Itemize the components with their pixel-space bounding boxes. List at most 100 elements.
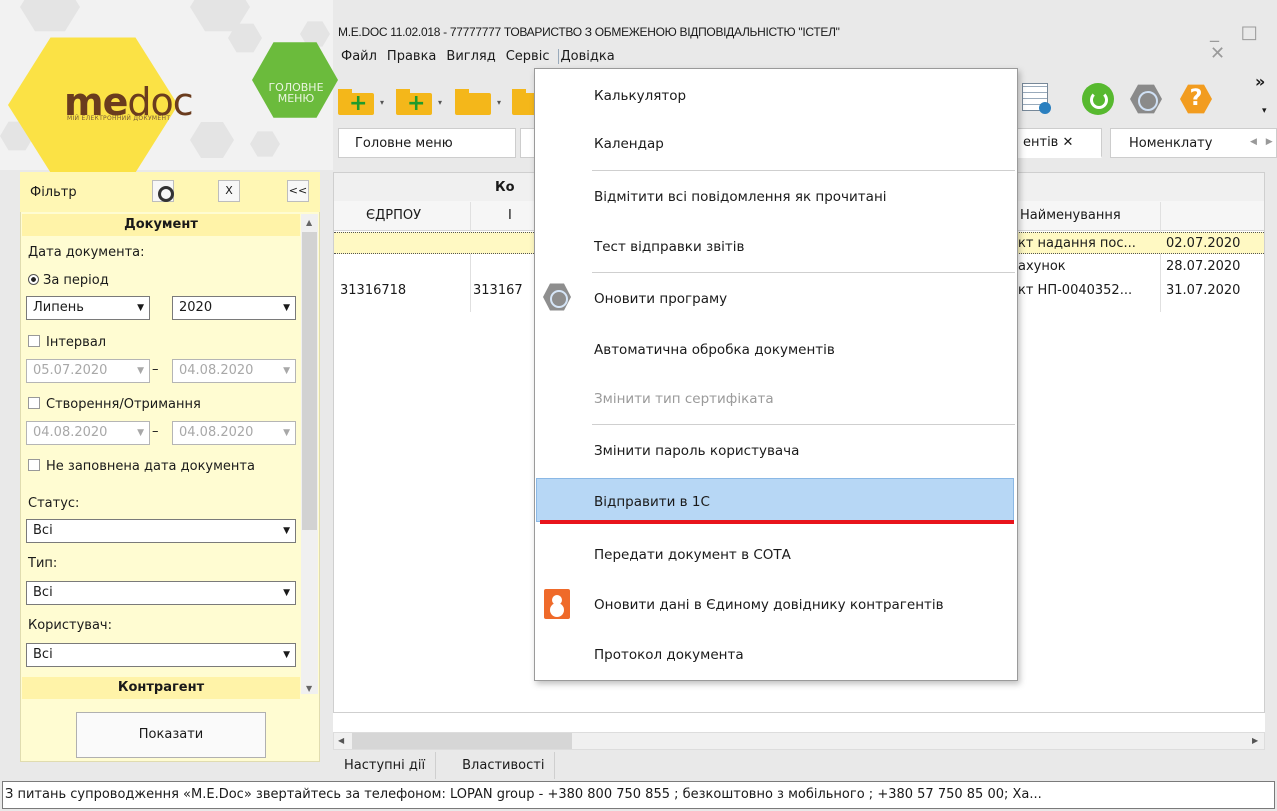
chevron-down-icon: ▼ [283, 428, 290, 438]
filter-title: Фільтр [30, 185, 77, 200]
interval-from-date[interactable]: 05.07.2020 ▼ [26, 359, 150, 383]
menu-separator [592, 272, 1015, 273]
cell-date: 02.07.2020 [1166, 236, 1241, 251]
menu-item-test-send[interactable]: Тест відправки звітів [594, 239, 744, 255]
month-value: Липень [33, 300, 84, 315]
cell-date: 31.07.2020 [1166, 283, 1241, 298]
interval-to-date[interactable]: 04.08.2020 ▼ [172, 359, 296, 383]
scroll-up-icon[interactable]: ▲ [306, 218, 312, 227]
cell-name: кт надання пос... [1018, 236, 1136, 251]
folder-icon[interactable] [512, 85, 534, 115]
column-divider [1160, 202, 1161, 312]
menu-file[interactable]: Файл [340, 49, 378, 64]
created-to-date[interactable]: 04.08.2020 ▼ [172, 421, 296, 445]
menu-item-calendar[interactable]: Календар [594, 136, 664, 152]
refresh-icon[interactable] [1082, 83, 1114, 115]
interval-label: Інтервал [46, 335, 107, 350]
menu-item-send-to-sota[interactable]: Передати документ в СОТА [594, 547, 791, 563]
period-radio-label: За період [43, 273, 109, 288]
chevron-down-icon: ▼ [283, 650, 290, 660]
scroll-right-icon[interactable]: ▶ [1252, 736, 1258, 745]
month-select[interactable]: Липень ▼ [26, 296, 150, 320]
tab-main-menu[interactable]: Головне меню [338, 128, 516, 158]
menu-item-mark-read[interactable]: Відмітити всі повідомлення як прочитані [594, 189, 887, 205]
chevron-down-icon: ▼ [283, 366, 290, 376]
dropdown-arrow-icon[interactable]: ▾ [438, 98, 442, 107]
type-select[interactable]: Всі ▼ [26, 581, 296, 605]
created-to-value: 04.08.2020 [179, 425, 254, 440]
chevron-down-icon: ▼ [137, 428, 144, 438]
grid-scrollbar-thumb[interactable] [352, 733, 572, 749]
type-value: Всі [33, 585, 53, 600]
created-from-date[interactable]: 04.08.2020 ▼ [26, 421, 150, 445]
menu-edit[interactable]: Правка [386, 49, 437, 64]
section-document[interactable]: Документ [22, 214, 300, 236]
new-folder-icon[interactable]: + [396, 85, 436, 115]
grid-footer-row [333, 712, 1265, 732]
new-folder-icon[interactable]: + [338, 85, 378, 115]
cell-date: 28.07.2020 [1166, 259, 1241, 274]
interval-from-value: 05.07.2020 [33, 363, 108, 378]
logo-subtitle: МІЙ ЕЛЕКТРОННИЙ ДОКУМЕНТ [67, 115, 171, 122]
menu-help[interactable]: Довідка [558, 49, 615, 64]
column-header-name[interactable]: Найменування [1020, 208, 1121, 223]
cell-ipn: 313167 [473, 283, 523, 298]
window-controls[interactable]: _ □ ✕ [1210, 22, 1277, 64]
filter-close-button[interactable]: X [218, 180, 240, 202]
tab-next-actions[interactable]: Наступні дії [334, 752, 437, 779]
menu-item-calculator[interactable]: Калькулятор [594, 88, 686, 104]
filter-scrollbar-thumb[interactable] [302, 232, 317, 530]
range-dash: – [152, 424, 159, 439]
table-settings-icon[interactable] [1022, 83, 1051, 114]
menu-item-update-program[interactable]: Оновити програму [594, 291, 727, 307]
column-header-edrpou[interactable]: ЄДРПОУ [366, 208, 421, 223]
chevron-down-icon: ▼ [283, 303, 290, 313]
chevron-down-icon: ▼ [283, 526, 290, 536]
date-label: Дата документа: [28, 245, 145, 260]
menu-item-document-log[interactable]: Протокол документа [594, 647, 744, 663]
menu-service[interactable]: Сервіс [505, 49, 551, 64]
user-value: Всі [33, 647, 53, 662]
tab-scroll-icon[interactable]: ◀ ▶ [1250, 137, 1276, 147]
chevron-down-icon: ▼ [283, 588, 290, 598]
dropdown-arrow-icon[interactable]: ▾ [380, 98, 384, 107]
cell-name: кт НП-0040352... [1018, 283, 1133, 298]
section-contractor[interactable]: Контрагент [22, 677, 300, 699]
show-button[interactable]: Показати [76, 712, 266, 758]
bottom-tabs: Наступні дії Властивості [334, 752, 556, 779]
tab-properties[interactable]: Властивості [436, 752, 556, 779]
service-menu [534, 68, 1018, 681]
menu-bar: Файл Правка Вигляд Сервіс Довідка [340, 49, 616, 64]
column-header-ipn[interactable]: І [508, 208, 512, 223]
scroll-down-icon[interactable]: ▼ [306, 684, 312, 693]
menu-item-update-contractors[interactable]: Оновити дані в Єдиному довіднику контраг… [594, 597, 944, 613]
update-shield-icon[interactable] [1130, 84, 1162, 114]
year-select[interactable]: 2020 ▼ [172, 296, 296, 320]
chevron-down-icon: ▼ [137, 303, 144, 313]
contacts-book-icon [544, 589, 570, 619]
status-value: Всі [33, 523, 53, 538]
help-icon[interactable]: ? [1180, 84, 1212, 114]
user-label: Користувач: [28, 618, 112, 633]
menu-item-send-to-1c[interactable]: Відправити в 1С [594, 494, 710, 510]
chevron-down-icon[interactable]: ▾ [1262, 106, 1267, 116]
interval-checkbox[interactable]: Інтервал [28, 335, 106, 350]
folder-icon[interactable] [455, 85, 495, 115]
no-date-checkbox[interactable]: Не заповнена дата документа [28, 459, 255, 474]
menu-item-change-cert-type: Змінити тип сертифіката [594, 391, 774, 407]
menu-item-change-password[interactable]: Змінити пароль користувача [594, 443, 799, 459]
status-select[interactable]: Всі ▼ [26, 519, 296, 543]
scroll-left-icon[interactable]: ◀ [338, 736, 344, 745]
toolbar-more-icon[interactable]: » [1255, 72, 1265, 91]
menu-item-auto-processing[interactable]: Автоматична обробка документів [594, 342, 835, 358]
tab-main-menu-label: Головне меню [355, 135, 453, 151]
no-date-label: Не заповнена дата документа [46, 459, 255, 474]
filter-settings-icon[interactable] [152, 180, 174, 202]
dropdown-arrow-icon[interactable]: ▾ [497, 98, 501, 107]
filter-collapse-button[interactable]: << [287, 180, 309, 202]
status-label: Статус: [28, 496, 80, 511]
period-radio[interactable]: За період [28, 273, 109, 288]
user-select[interactable]: Всі ▼ [26, 643, 296, 667]
menu-view[interactable]: Вигляд [445, 49, 496, 64]
created-checkbox[interactable]: Створення/Отримання [28, 397, 201, 412]
